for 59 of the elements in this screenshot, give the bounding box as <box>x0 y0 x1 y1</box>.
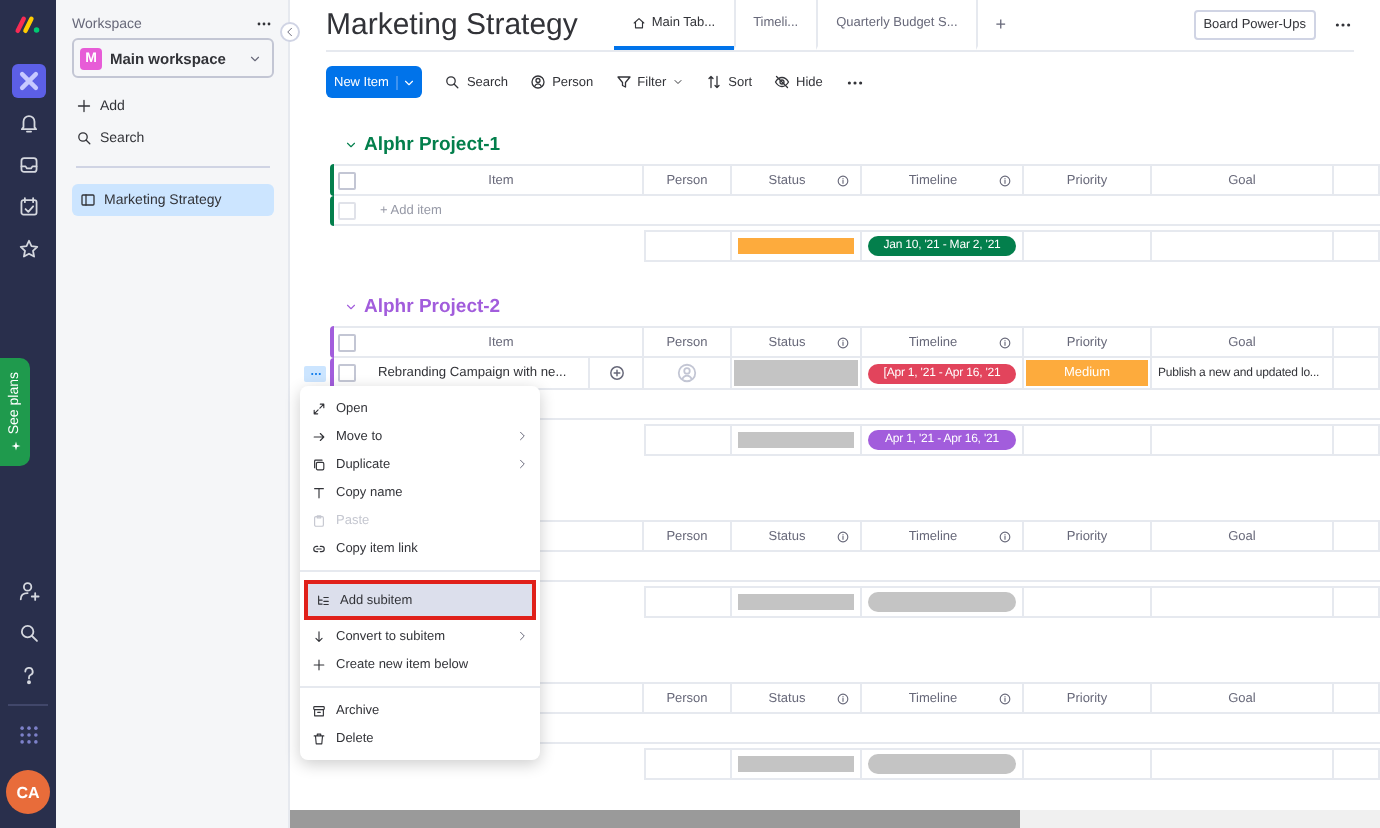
table-cell <box>1334 586 1380 618</box>
caret-icon <box>672 76 685 88</box>
plus-icon <box>76 98 92 114</box>
table-cell <box>1334 748 1380 780</box>
table-cell <box>1334 230 1380 262</box>
caret-icon <box>396 75 417 89</box>
eye-slash-icon <box>774 74 791 90</box>
table-cell <box>1334 424 1380 456</box>
column-header <box>1334 326 1380 358</box>
link-icon <box>312 541 326 555</box>
column-header <box>1334 164 1380 196</box>
search-icon <box>444 74 461 90</box>
checkbox[interactable] <box>338 333 356 351</box>
row-menu-button[interactable] <box>304 366 326 382</box>
collapse-caret-icon[interactable] <box>344 299 358 313</box>
checkbox[interactable] <box>338 364 356 382</box>
plus-icon <box>312 657 326 671</box>
arrow-right-icon <box>312 429 326 443</box>
chevron-left-icon <box>284 26 296 38</box>
text-icon <box>312 485 326 499</box>
info-icon[interactable] <box>998 335 1012 349</box>
workspaces-icon[interactable] <box>11 64 45 98</box>
chevron-right-icon <box>516 630 528 642</box>
board-title: Marketing Strategy <box>326 8 578 42</box>
checkbox[interactable] <box>338 171 356 189</box>
archive-icon <box>312 703 326 717</box>
trash-icon <box>312 731 326 745</box>
collapse-caret-icon[interactable] <box>344 137 358 151</box>
arrow-down-icon <box>312 629 326 643</box>
info-icon[interactable] <box>998 173 1012 187</box>
sort-icon <box>706 74 723 90</box>
info-icon[interactable] <box>836 529 850 543</box>
info-icon[interactable] <box>836 335 850 349</box>
filter-icon <box>615 74 632 90</box>
column-header <box>1334 520 1380 552</box>
info-icon[interactable] <box>836 173 850 187</box>
search-icon <box>76 130 92 146</box>
info-icon[interactable] <box>998 529 1012 543</box>
chevron-right-icon <box>516 458 528 470</box>
chevron-right-icon <box>516 430 528 442</box>
group-title[interactable]: Alphr Project-1 <box>364 133 501 155</box>
subitem-icon <box>316 593 330 607</box>
board-icon <box>80 192 96 208</box>
column-header <box>1334 682 1380 714</box>
sparkle-icon <box>9 440 21 453</box>
add-update-icon[interactable] <box>607 364 625 382</box>
add-view-button[interactable]: + <box>975 0 1025 50</box>
clipboard-icon <box>312 513 326 527</box>
expand-arrows-icon <box>312 401 326 415</box>
home-icon <box>631 16 646 30</box>
person-icon <box>530 74 547 90</box>
caret-icon <box>248 51 262 65</box>
checkbox[interactable] <box>338 201 356 219</box>
duplicate-icon <box>312 457 326 471</box>
group-title[interactable]: Alphr Project-2 <box>364 295 501 317</box>
scrollbar-thumb[interactable] <box>290 810 1020 828</box>
info-icon[interactable] <box>998 691 1012 705</box>
info-icon[interactable] <box>836 691 850 705</box>
user-avatar[interactable]: CA <box>6 770 50 814</box>
